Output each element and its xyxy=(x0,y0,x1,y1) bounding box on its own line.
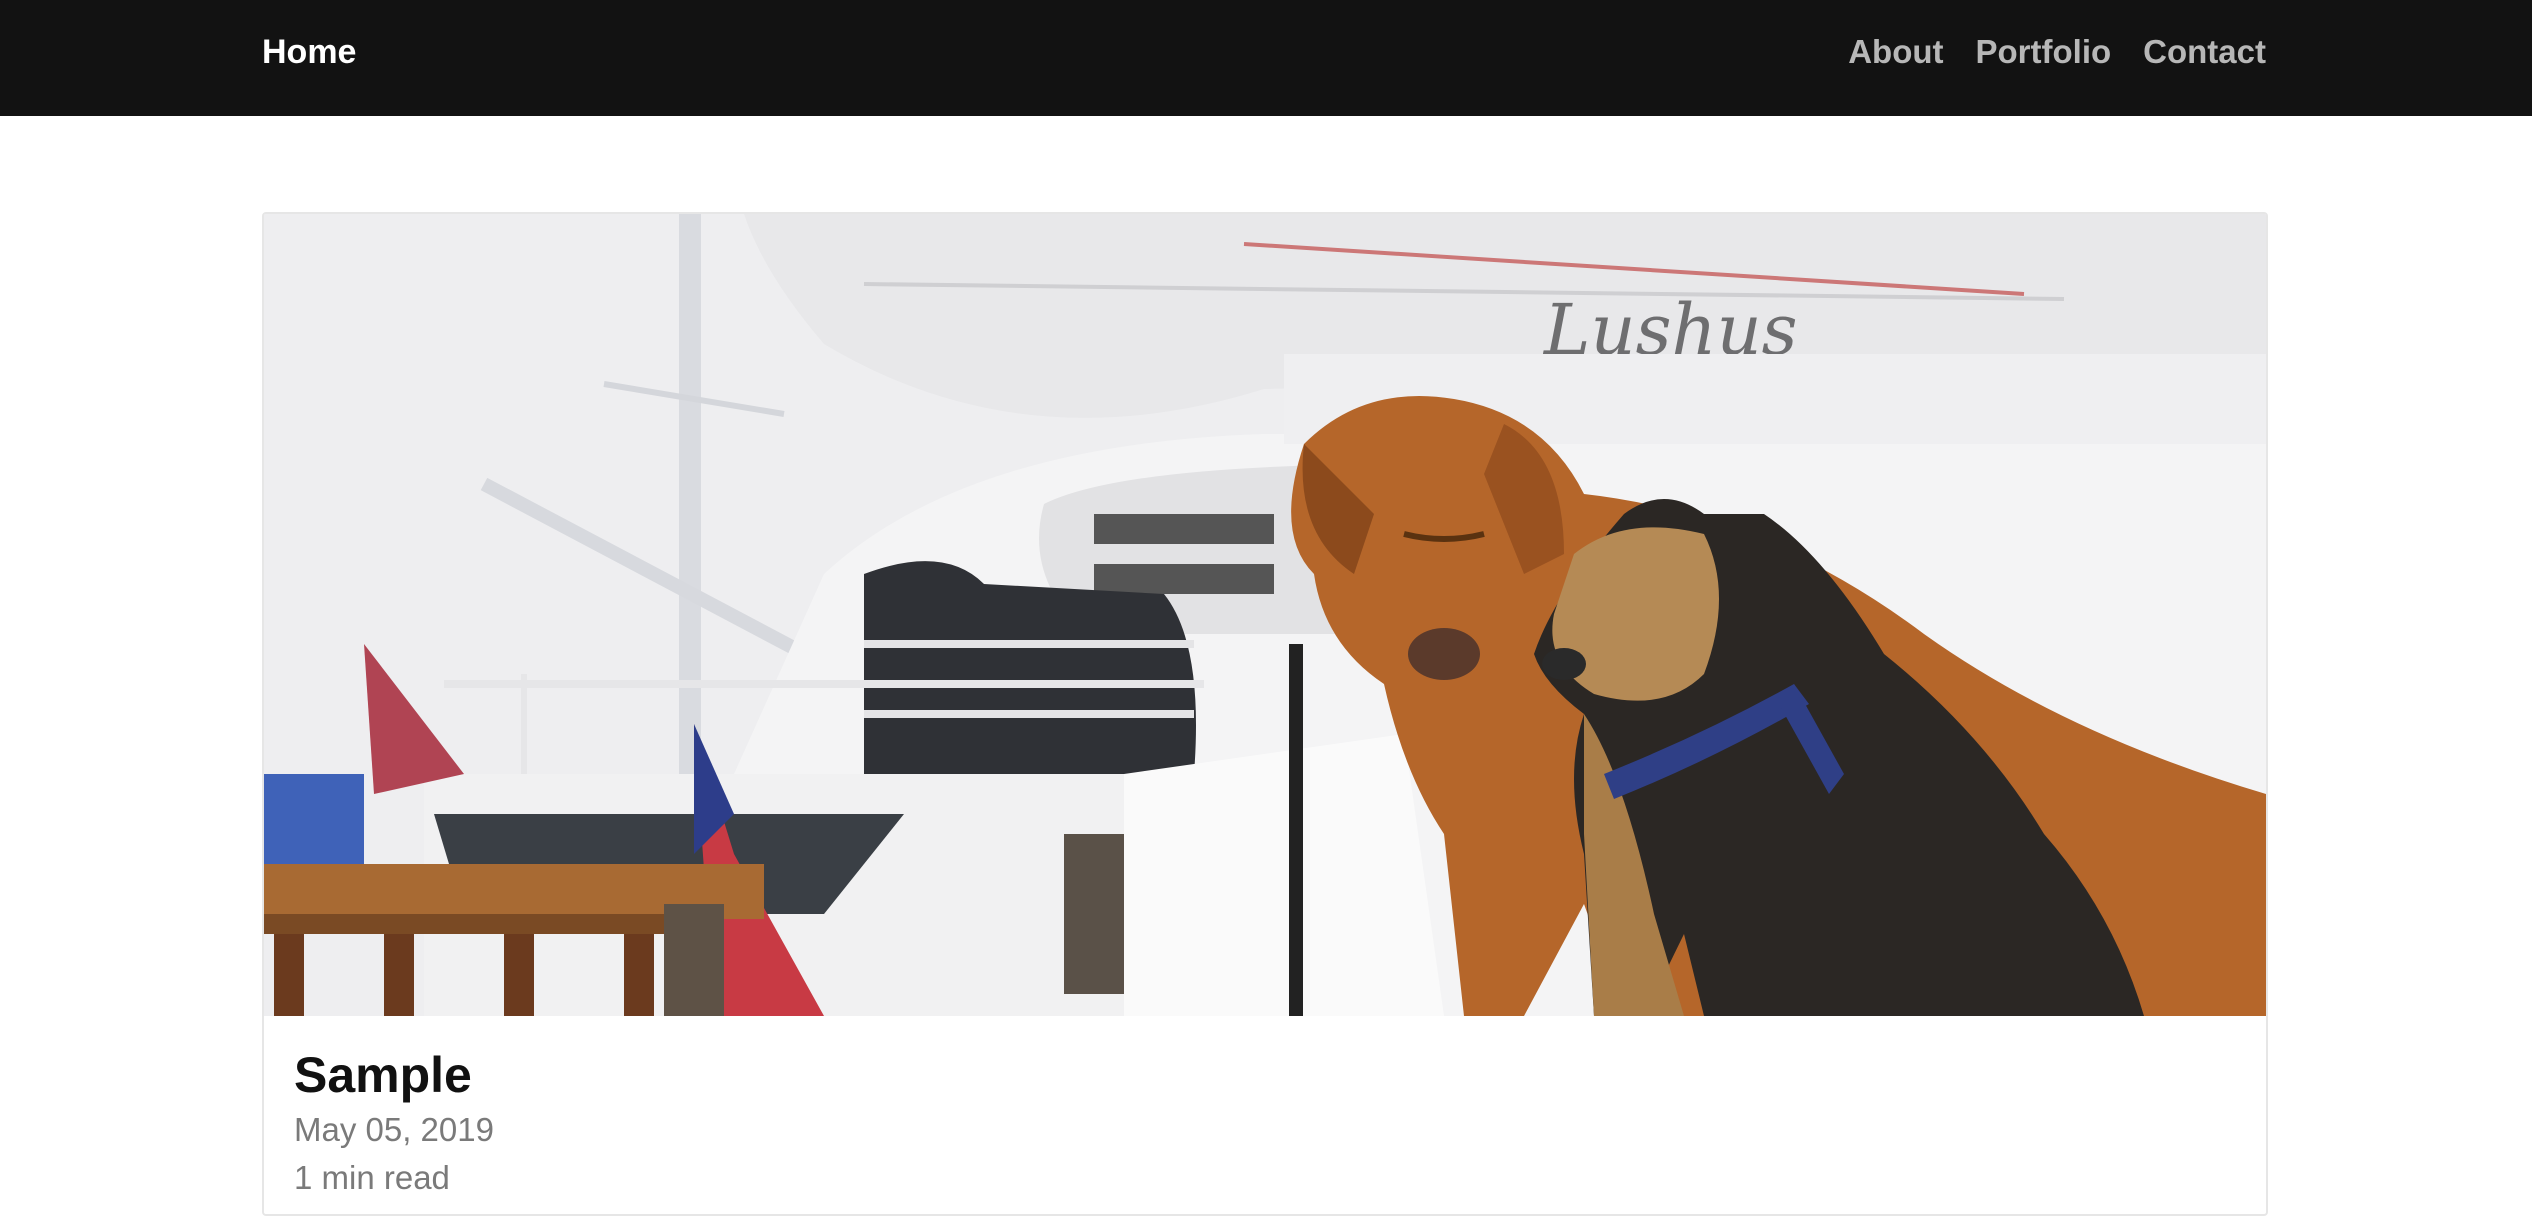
nav-link-contact[interactable]: Contact xyxy=(2143,30,2266,74)
nav-links: About Portfolio Contact xyxy=(1848,30,2266,74)
dogs-photo: Lushus xyxy=(264,214,2266,1016)
post-image[interactable]: Lushus xyxy=(264,214,2266,1016)
post-card-body: Sample May 05, 2019 1 min read xyxy=(294,1044,494,1202)
home-link[interactable]: Home xyxy=(262,30,356,74)
nav-link-about[interactable]: About xyxy=(1848,30,1943,74)
post-read-time: 1 min read xyxy=(294,1159,450,1196)
post-card[interactable]: Lushus Sample May 05, 2019 1 min read xyxy=(262,212,2268,1216)
post-date: May 05, 2019 xyxy=(294,1111,494,1148)
nav-link-portfolio[interactable]: Portfolio xyxy=(1976,30,2112,74)
post-title[interactable]: Sample xyxy=(294,1044,494,1106)
top-navbar: Home About Portfolio Contact xyxy=(0,0,2532,116)
